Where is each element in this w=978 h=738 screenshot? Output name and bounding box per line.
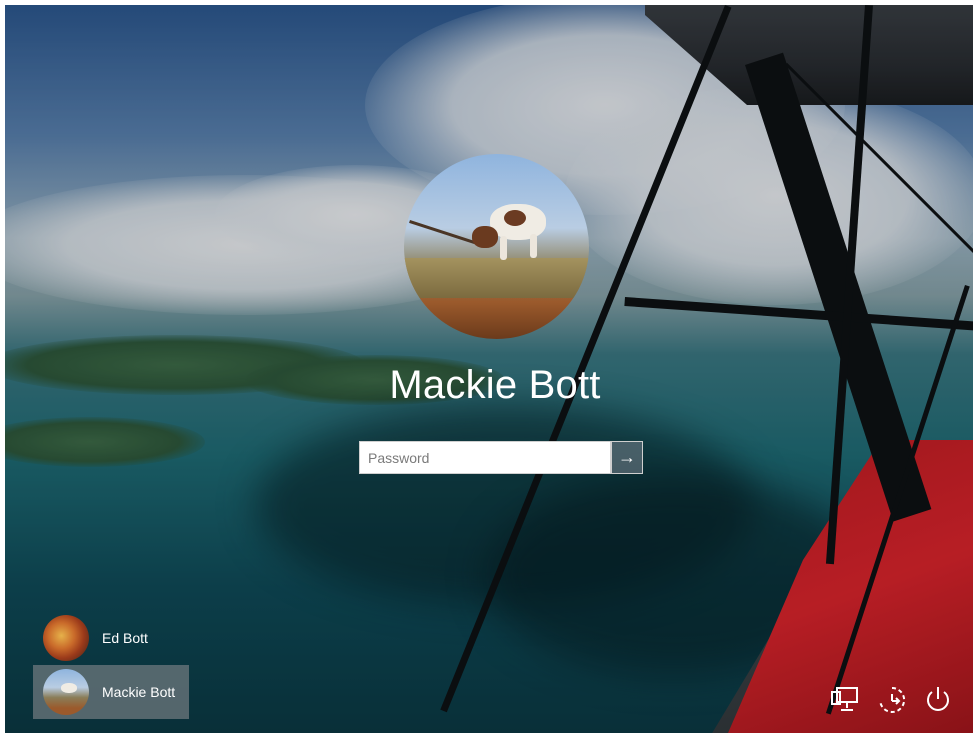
avatar-dog-leg (530, 234, 537, 258)
power-icon (927, 687, 949, 711)
system-tray (829, 683, 955, 717)
password-input[interactable] (360, 442, 610, 473)
avatar-dog (61, 683, 77, 693)
network-icon (831, 687, 858, 711)
avatar-dog-spot (504, 210, 526, 226)
account-item-ed-bott[interactable]: Ed Bott (33, 611, 189, 665)
avatar (43, 669, 89, 715)
avatar-hill (404, 258, 589, 298)
avatar (43, 615, 89, 661)
account-name: Ed Bott (102, 630, 148, 646)
user-name: Mackie Bott (389, 363, 601, 407)
ease-of-access-icon (879, 686, 906, 713)
account-name: Mackie Bott (102, 684, 176, 700)
account-list: Ed Bott Mackie Bott (33, 611, 189, 719)
network-button[interactable] (829, 683, 863, 717)
ease-of-access-button[interactable] (875, 683, 909, 717)
password-field[interactable] (359, 441, 611, 474)
arrow-right-icon: → (618, 447, 636, 467)
power-button[interactable] (921, 683, 955, 717)
avatar-dog-head (472, 226, 498, 248)
lock-screen: Mackie Bott → Ed Bott Mackie Bott (5, 5, 973, 733)
user-avatar (404, 154, 589, 339)
avatar-dog-leg (500, 236, 507, 260)
avatar-stick (409, 220, 477, 245)
account-item-mackie-bott[interactable]: Mackie Bott (33, 665, 189, 719)
submit-button[interactable]: → (611, 441, 643, 474)
